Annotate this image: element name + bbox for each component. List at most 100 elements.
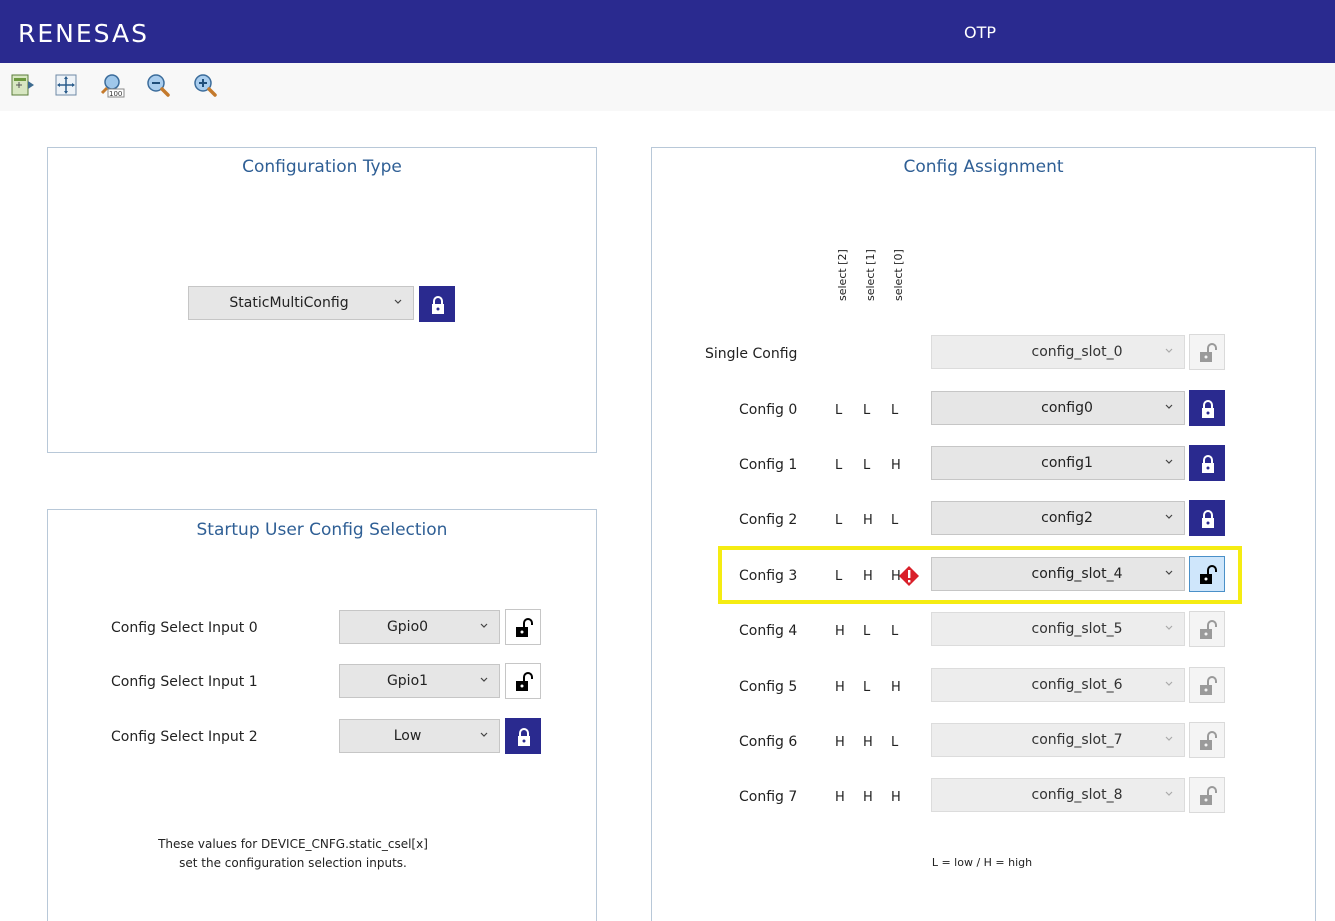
app-header: RENESAS OTP	[0, 0, 1335, 63]
config-7-select[interactable]: config_slot_8	[931, 778, 1185, 812]
config-select-input-2-value: Low	[393, 728, 422, 744]
lock-open-icon	[516, 618, 533, 637]
config-5-select-0: H	[891, 680, 901, 695]
config-1-lock-button[interactable]	[1189, 445, 1225, 481]
config-5-value: config_slot_6	[1031, 677, 1123, 693]
config-7-value: config_slot_8	[1031, 787, 1123, 803]
config-7-select-0: H	[891, 790, 901, 805]
config-select-input-1-value: Gpio1	[386, 673, 429, 689]
startup-note-line-1: These values for DEVICE_CNFG.static_csel…	[158, 837, 428, 851]
zoom-in-icon[interactable]	[192, 72, 218, 98]
config-5-label: Config 5	[739, 679, 798, 695]
configuration-type-lock-button[interactable]	[419, 286, 455, 322]
config-2-select-2: L	[835, 513, 843, 528]
config-4-select[interactable]: config_slot_5	[931, 612, 1185, 646]
config-select-input-1-label: Config Select Input 1	[111, 674, 258, 690]
startup-config-panel: Startup User Config Selection Config Sel…	[47, 509, 597, 921]
pan-icon[interactable]	[53, 72, 79, 98]
config-6-select[interactable]: config_slot_7	[931, 723, 1185, 757]
config-5-select[interactable]: config_slot_6	[931, 668, 1185, 702]
config-2-select[interactable]: config2	[931, 501, 1185, 535]
chevron-down-icon	[480, 623, 488, 628]
config-select-input-0-value: Gpio0	[386, 619, 429, 635]
renesas-logo: RENESAS	[18, 19, 149, 48]
configuration-type-panel: Configuration Type StaticMultiConfig	[47, 147, 597, 453]
config-select-input-0-select[interactable]: Gpio0	[339, 610, 500, 644]
single-config-lock-button[interactable]	[1189, 334, 1225, 370]
config-6-select-2: H	[835, 735, 845, 750]
configuration-type-select[interactable]: StaticMultiConfig	[188, 286, 414, 320]
select-2-header: select [2]	[836, 249, 849, 301]
chevron-down-icon	[1165, 681, 1173, 686]
config-7-select-2: H	[835, 790, 845, 805]
single-config-value: config_slot_0	[1031, 344, 1123, 360]
config-6-select-1: H	[863, 735, 873, 750]
single-config-select[interactable]: config_slot_0	[931, 335, 1185, 369]
config-2-select-1: H	[863, 513, 873, 528]
config-4-lock-button[interactable]	[1189, 611, 1225, 647]
config-2-lock-button[interactable]	[1189, 500, 1225, 536]
config-6-lock-button[interactable]	[1189, 722, 1225, 758]
config-select-input-0-lock-button[interactable]	[505, 609, 541, 645]
config-5-select-1: L	[863, 680, 871, 695]
startup-config-title: Startup User Config Selection	[196, 520, 448, 540]
config-assignment-title: Config Assignment	[903, 157, 1064, 177]
fit-to-window-icon[interactable]	[10, 72, 36, 98]
config-select-input-2-lock-button[interactable]	[505, 718, 541, 754]
configuration-type-value: StaticMultiConfig	[229, 295, 349, 311]
config-0-select[interactable]: config0	[931, 391, 1185, 425]
toolbar: 100	[0, 63, 1335, 111]
config-4-select-1: L	[863, 624, 871, 639]
config-3-highlight-box	[718, 546, 1242, 604]
lock-open-icon	[516, 672, 533, 691]
config-1-select[interactable]: config1	[931, 446, 1185, 480]
chevron-down-icon	[1165, 625, 1173, 630]
config-5-select-2: H	[835, 680, 845, 695]
zoom-out-icon[interactable]	[145, 72, 171, 98]
config-1-select-0: H	[891, 458, 901, 473]
config-0-value: config0	[1041, 400, 1093, 416]
lock-open-icon	[1200, 731, 1217, 750]
lock-open-icon	[1200, 676, 1217, 695]
select-0-header: select [0]	[892, 249, 905, 301]
config-assignment-panel: Config Assignment select [2] select [1] …	[651, 147, 1316, 921]
config-0-lock-button[interactable]	[1189, 390, 1225, 426]
config-1-select-1: L	[863, 458, 871, 473]
config-7-label: Config 7	[739, 789, 798, 805]
lock-closed-icon	[1202, 510, 1214, 528]
config-select-input-1-lock-button[interactable]	[505, 663, 541, 699]
chevron-down-icon	[1165, 736, 1173, 741]
config-1-label: Config 1	[739, 457, 798, 473]
lock-closed-icon	[1202, 400, 1214, 418]
svg-text:100: 100	[109, 90, 122, 98]
config-5-lock-button[interactable]	[1189, 667, 1225, 703]
config-4-select-2: H	[835, 624, 845, 639]
chevron-down-icon	[480, 677, 488, 682]
lock-open-icon	[1200, 343, 1217, 362]
zoom-100-icon[interactable]: 100	[99, 72, 125, 98]
single-config-label: Single Config	[705, 346, 798, 362]
config-1-select-2: L	[835, 458, 843, 473]
lock-closed-icon	[1202, 455, 1214, 473]
config-select-input-2-select[interactable]: Low	[339, 719, 500, 753]
config-select-input-0-label: Config Select Input 0	[111, 620, 258, 636]
config-4-value: config_slot_5	[1031, 621, 1123, 637]
chevron-down-icon	[1165, 459, 1173, 464]
config-4-label: Config 4	[739, 623, 798, 639]
chevron-down-icon	[1165, 791, 1173, 796]
config-2-select-0: L	[891, 513, 899, 528]
chevron-down-icon	[1165, 348, 1173, 353]
config-select-input-2-label: Config Select Input 2	[111, 729, 258, 745]
lock-open-icon	[1200, 786, 1217, 805]
level-legend: L = low / H = high	[931, 856, 1033, 869]
config-7-lock-button[interactable]	[1189, 777, 1225, 813]
warning-icon	[899, 566, 919, 586]
app-title: OTP	[964, 23, 997, 42]
lock-open-icon	[1200, 620, 1217, 639]
lock-closed-icon	[518, 728, 530, 746]
config-2-value: config2	[1041, 510, 1093, 526]
config-6-value: config_slot_7	[1031, 732, 1123, 748]
config-0-select-2: L	[835, 403, 843, 418]
config-select-input-1-select[interactable]: Gpio1	[339, 664, 500, 698]
chevron-down-icon	[1165, 404, 1173, 409]
